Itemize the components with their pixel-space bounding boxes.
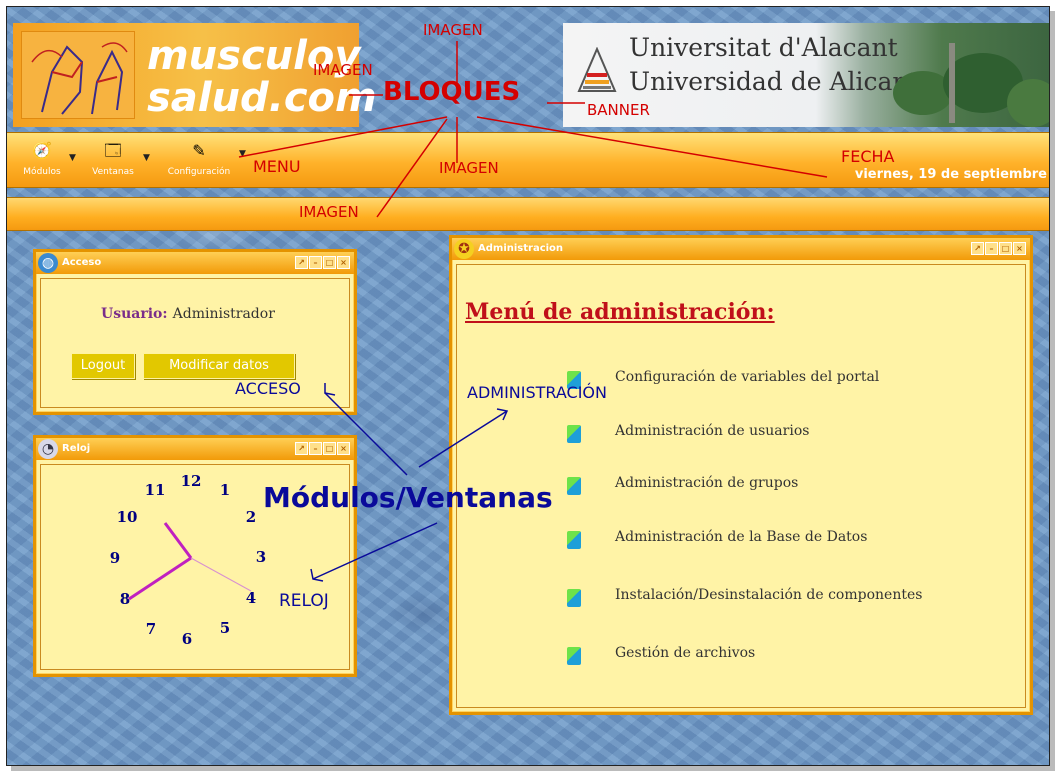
- module-cube-icon: [567, 477, 581, 495]
- logo-muscle-image: [21, 31, 135, 119]
- window-body: Usuario: Administrador Logout Modificar …: [40, 278, 350, 408]
- menu-configuracion[interactable]: ✎ Configuración: [159, 141, 239, 185]
- annotation-administracion: ADMINISTRACIÓN: [467, 383, 607, 402]
- menu-modulos[interactable]: 🧭 Módulos: [17, 141, 67, 185]
- menu-ventanas-label: Ventanas: [92, 167, 134, 177]
- window-title-bar[interactable]: ✪ Administracion ↗ – □ ×: [452, 238, 1030, 260]
- annotation-imagen-menubar: IMAGEN: [439, 159, 499, 177]
- window-controls: ↗ – □ ×: [294, 442, 350, 455]
- menu-configuracion-label: Configuración: [167, 167, 231, 177]
- annotation-imagen-top: IMAGEN: [423, 21, 483, 39]
- annotation-acceso: ACCESO: [235, 379, 301, 398]
- annotation-menu: MENU: [253, 157, 301, 176]
- window-acceso[interactable]: ◍ Acceso ↗ – □ × Usuario: Administrador Log…: [33, 249, 357, 415]
- window-controls: ↗ – □ ×: [970, 242, 1026, 255]
- annotation-reloj: RELOJ: [279, 591, 329, 611]
- menu-modulos-label: Módulos: [23, 167, 61, 177]
- close-icon[interactable]: ×: [1013, 242, 1026, 255]
- module-cube-icon: [567, 425, 581, 443]
- maximize-icon[interactable]: □: [323, 442, 336, 455]
- restore-icon[interactable]: ↗: [295, 256, 308, 269]
- module-cube-icon: [567, 531, 581, 549]
- maximize-icon[interactable]: □: [323, 256, 336, 269]
- window-reloj[interactable]: ◔ Reloj ↗ – □ × 12 1 2 3 4 5 6 7 8 9 10 11: [33, 435, 357, 677]
- module-cube-icon: [567, 589, 581, 607]
- clock-icon: ◔: [38, 439, 58, 459]
- annotation-imagen-bar: IMAGEN: [299, 203, 359, 221]
- window-administracion[interactable]: ✪ Administracion ↗ – □ × Menú de administra…: [449, 235, 1033, 715]
- window-title: Acceso: [62, 257, 102, 268]
- modules-icon: 🧭: [32, 141, 52, 160]
- maximize-icon[interactable]: □: [999, 242, 1012, 255]
- page-frame: musculoy salud.com Universitat d'Alacant…: [6, 6, 1050, 766]
- logo-text-line2: salud.com: [147, 75, 377, 121]
- config-icon: ✎: [192, 141, 206, 160]
- user-info: Usuario: Administrador: [101, 303, 275, 322]
- restore-icon[interactable]: ↗: [295, 442, 308, 455]
- minimize-icon[interactable]: –: [985, 242, 998, 255]
- window-title-bar[interactable]: ◔ Reloj ↗ – □ ×: [36, 438, 354, 460]
- admin-icon: ✪: [454, 239, 474, 259]
- annotation-modulos-ventanas: Módulos/Ventanas: [263, 481, 553, 514]
- module-cube-icon: [567, 647, 581, 665]
- university-logo-icon: [577, 47, 617, 92]
- university-name-valencian: Universitat d'Alacant: [629, 33, 898, 62]
- chevron-down-icon[interactable]: ▼: [239, 149, 246, 159]
- chevron-down-icon[interactable]: ▼: [143, 153, 150, 163]
- admin-item-label: Administración de grupos: [615, 475, 799, 491]
- logout-button[interactable]: Logout: [71, 353, 135, 379]
- window-controls: ↗ – □ ×: [294, 256, 350, 269]
- window-title: Reloj: [62, 443, 91, 454]
- campus-trees-image: [893, 43, 1049, 127]
- modify-data-button[interactable]: Modificar datos: [143, 353, 295, 379]
- windows-icon: 🗔: [104, 141, 122, 160]
- user-label: Usuario:: [101, 306, 168, 322]
- minimize-icon[interactable]: –: [309, 256, 322, 269]
- annotation-banner: BANNER: [587, 101, 650, 119]
- admin-item-label: Administración de usuarios: [615, 423, 810, 439]
- restore-icon[interactable]: ↗: [971, 242, 984, 255]
- window-title: Administracion: [478, 243, 564, 254]
- menu-ventanas[interactable]: 🗔 Ventanas: [85, 141, 141, 185]
- admin-item-label: Configuración de variables del portal: [615, 369, 880, 385]
- current-date: viernes, 19 de septiembre: [854, 167, 1047, 182]
- user-value: Administrador: [172, 306, 275, 322]
- site-logo[interactable]: musculoy salud.com: [13, 23, 377, 127]
- annotation-bloques: BLOQUES: [383, 77, 521, 107]
- close-icon[interactable]: ×: [337, 442, 350, 455]
- admin-heading: Menú de administración:: [465, 299, 775, 325]
- globe-icon: ◍: [38, 253, 58, 273]
- admin-item-label: Administración de la Base de Datos: [615, 529, 868, 545]
- annotation-imagen-logo: IMAGEN: [313, 61, 373, 79]
- chevron-down-icon[interactable]: ▼: [69, 153, 76, 163]
- minimize-icon[interactable]: –: [309, 442, 322, 455]
- annotation-fecha: FECHA: [841, 147, 895, 166]
- window-title-bar[interactable]: ◍ Acceso ↗ – □ ×: [36, 252, 354, 274]
- secondary-bar: [7, 197, 1049, 231]
- admin-item-label: Instalación/Desinstalación de componente…: [615, 587, 923, 603]
- admin-item-label: Gestión de archivos: [615, 645, 756, 661]
- close-icon[interactable]: ×: [337, 256, 350, 269]
